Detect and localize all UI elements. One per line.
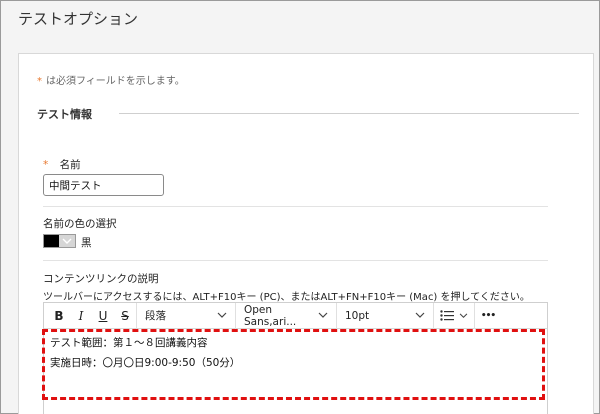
font-family-dropdown-label: Open Sans,ari... <box>244 303 297 328</box>
window-frame: テストオプション * は必須フィールドを示します。 テスト情報 * 名前 名前の色… <box>0 0 600 414</box>
strikethrough-button[interactable]: S <box>114 303 136 329</box>
color-picker[interactable] <box>43 234 76 248</box>
required-note: * は必須フィールドを示します。 <box>37 72 185 87</box>
name-label: * 名前 <box>43 157 81 172</box>
field-divider <box>43 260 548 261</box>
more-options-button[interactable]: ••• <box>475 303 501 329</box>
bulleted-list-icon <box>440 310 454 321</box>
highlight-annotation <box>42 329 545 400</box>
italic-button[interactable]: I <box>70 303 92 329</box>
required-star: * <box>43 159 49 171</box>
page-title: テストオプション <box>18 10 139 28</box>
color-swatch <box>44 235 59 247</box>
toolbar-help-text: ツールバーにアクセスするには、ALT+F10キー (PC)、またはALT+FN+… <box>43 292 530 303</box>
chevron-down-icon <box>59 235 75 247</box>
color-name: 黒 <box>81 237 92 249</box>
required-note-text: は必須フィールドを示します。 <box>46 76 185 87</box>
font-size-dropdown[interactable]: 10pt <box>337 303 433 329</box>
field-divider <box>43 206 548 207</box>
name-label-text: 名前 <box>59 159 81 171</box>
chevron-down-icon <box>217 312 227 318</box>
chevron-down-icon <box>459 312 468 318</box>
font-family-dropdown[interactable]: Open Sans,ari... <box>236 303 336 329</box>
list-dropdown[interactable] <box>434 303 474 329</box>
section-title: テスト情報 <box>37 108 92 121</box>
section-divider <box>119 113 579 114</box>
color-label: 名前の色の選択 <box>43 218 117 230</box>
name-input[interactable] <box>43 174 164 196</box>
bold-button[interactable]: B <box>48 303 70 329</box>
required-star: * <box>37 76 42 87</box>
paragraph-dropdown[interactable]: 段落 <box>137 303 235 329</box>
description-label: コンテンツリンクの説明 <box>43 273 159 285</box>
editor-toolbar: B I U S 段落 Open Sans,ari... 10pt ••• <box>44 302 547 329</box>
paragraph-dropdown-label: 段落 <box>145 310 166 322</box>
underline-button[interactable]: U <box>92 303 114 329</box>
chevron-down-icon <box>415 312 425 318</box>
chevron-down-icon <box>318 312 328 318</box>
font-size-dropdown-label: 10pt <box>345 309 370 322</box>
